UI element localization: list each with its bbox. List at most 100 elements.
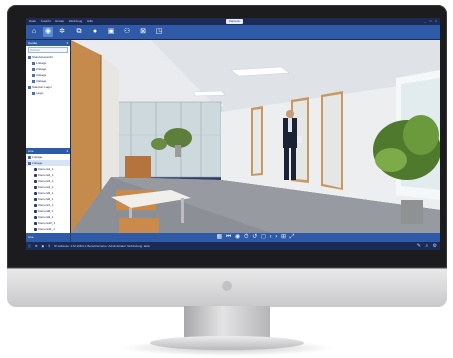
folder-icon (28, 55, 31, 59)
timer-icon[interactable]: ⏱ (244, 234, 249, 240)
floor-icon (32, 67, 35, 71)
monitor-logo (222, 281, 232, 291)
network-icon[interactable]: ⧉ (74, 27, 84, 37)
device-search-input[interactable]: Suchen (28, 47, 68, 53)
tree-item-label: 3.Etage (36, 73, 47, 77)
home-icon[interactable]: ⌂ (29, 27, 39, 37)
camera-label: Kamera6_1 (38, 197, 54, 201)
tree-item-label: 1.Etage (36, 61, 47, 65)
tree-item-label: 4.Etage (36, 79, 47, 83)
application-window: Datei Ansicht Extras Werkzeug Hilfe Kame… (26, 18, 440, 250)
app-title-badge: Kamera (226, 19, 243, 24)
floor-icon (32, 61, 35, 65)
camera-label: Kamera4_1 (38, 185, 54, 189)
live-panel-title: Live (28, 149, 34, 153)
grid-view-icon[interactable]: ⊞ (281, 234, 286, 240)
menu-item-file[interactable]: Datei (29, 19, 36, 23)
search-icon[interactable]: ⚲ (48, 244, 50, 248)
status-bar: ⓘ ⚙ ▣ ⚲ IP-Adresse: 172.168.0.1 Benutzer… (26, 242, 440, 250)
live-panel-header: Live ▾ (26, 148, 70, 154)
fullscreen-icon[interactable]: ⤢ (290, 234, 295, 240)
camera-icon (34, 215, 37, 219)
floor-icon (32, 79, 35, 83)
people-icon[interactable]: ⚇ (122, 27, 132, 37)
menu-item-view[interactable]: Ansicht (41, 19, 51, 23)
camera-label: Kamera3_1 (38, 179, 54, 183)
camera-icon (34, 185, 37, 189)
record-icon[interactable]: ◉ (235, 234, 240, 240)
zoom-icon[interactable]: ⌕ (425, 243, 428, 249)
camera-feed-image (71, 40, 440, 233)
camera-icon (34, 227, 37, 231)
status-right: ✎ ⌕ ⚙ (414, 242, 437, 250)
folder-icon (28, 161, 31, 165)
camera-label: Kamera9_1 (38, 215, 54, 219)
settings-icon[interactable]: ✲ (57, 27, 67, 37)
camera-label: Kamera2_1 (38, 173, 54, 177)
previous-icon[interactable]: ‹ (270, 234, 272, 240)
tree-item-label: Lager (36, 91, 44, 95)
camera-icon (34, 203, 37, 207)
menu-bar: Datei Ansicht Extras Werkzeug Hilfe (29, 18, 97, 25)
status-left: ⓘ ⚙ ▣ ⚲ IP-Adresse: 172.168.0.1 Benutzer… (28, 242, 153, 250)
window-icon[interactable]: ◳ (154, 27, 164, 37)
menu-item-extras[interactable]: Extras (55, 19, 64, 23)
camera-label: Kamera10_1 (38, 221, 56, 225)
edit-icon[interactable]: ✎ (417, 243, 421, 249)
settings-icon[interactable]: ⚙ (35, 244, 38, 248)
camera-icon (34, 173, 37, 177)
floor-icon (32, 73, 35, 77)
window-controls: _ □ × (421, 18, 437, 25)
panel-collapse-icon[interactable]: ▾ (66, 40, 68, 46)
camera-icon (34, 191, 37, 195)
main-toolbar: ⌂ ◉ ✲ ⧉ ● ▣ ⚇ ⊠ ◳ (26, 25, 440, 40)
panel-collapse-icon[interactable]: ▾ (66, 148, 68, 154)
frame-icon[interactable]: ◻ (261, 234, 266, 240)
lock-icon[interactable]: ⊠ (138, 27, 148, 37)
floor-icon (32, 91, 35, 95)
camera-label: Kamera1_1 (38, 167, 54, 171)
folder-icon (28, 85, 31, 89)
live-video-view[interactable] (71, 40, 440, 233)
layout-grid-icon[interactable]: ▦ (217, 234, 223, 240)
camera-label: Kamera8_1 (38, 209, 54, 213)
camera-icon (34, 221, 37, 225)
camera-label: Kamera11_1 (38, 227, 55, 231)
user-icon[interactable]: ● (90, 27, 100, 37)
camera-icon (34, 179, 37, 183)
menu-item-tools[interactable]: Werkzeug (69, 19, 82, 23)
tree-item-label: Standort Lager (32, 85, 52, 89)
title-bar: Datei Ansicht Extras Werkzeug Hilfe Kame… (26, 18, 440, 25)
camera-icon[interactable]: ◉ (43, 27, 53, 37)
live-camera-list: 1.Etage 2.Etage Kamera1_1 Kamera2_1 Kame… (26, 154, 70, 244)
camera-icon (34, 167, 37, 171)
next-icon[interactable]: › (275, 234, 277, 240)
minimize-button[interactable]: _ (424, 19, 426, 23)
camera-icon (34, 209, 37, 213)
devices-panel-title: Geräte (28, 41, 38, 45)
monitor-icon[interactable]: ▣ (41, 244, 44, 248)
video-control-bar: ▦ ⏮ ◉ ⏱ ↺ ◻ ‹ › ⊞ ⤢ (71, 233, 440, 242)
camera-icon (34, 197, 37, 201)
tree-item-label: 2.Etage (32, 161, 43, 165)
tree-item-label: 1.Etage (32, 155, 43, 159)
tree-item-label: Standortansicht (32, 55, 53, 59)
camera-label: Kamera7_1 (38, 203, 54, 207)
sidebar-footer: Live (26, 233, 70, 242)
sidebar-footer-label: Live (28, 235, 34, 239)
folder-icon (28, 155, 31, 159)
gear-icon[interactable]: ⚙ (433, 243, 437, 249)
camera-label: Kamera5_1 (38, 191, 54, 195)
rotate-icon[interactable]: ↺ (252, 234, 257, 240)
left-sidebar: Geräte ▾ Suchen Standortansicht 1.Etage … (26, 40, 71, 243)
info-icon[interactable]: ⓘ (28, 244, 31, 248)
tree-item-label: 2.Etage (36, 67, 47, 71)
monitor-base (150, 336, 304, 350)
maximize-button[interactable]: □ (430, 19, 432, 23)
close-button[interactable]: × (435, 19, 437, 23)
menu-item-help[interactable]: Hilfe (87, 19, 93, 23)
panel-empty-space (26, 96, 70, 148)
skip-back-icon[interactable]: ⏮ (226, 234, 231, 240)
devices-panel-header: Geräte ▾ (26, 40, 70, 46)
building-icon[interactable]: ▣ (106, 27, 116, 37)
